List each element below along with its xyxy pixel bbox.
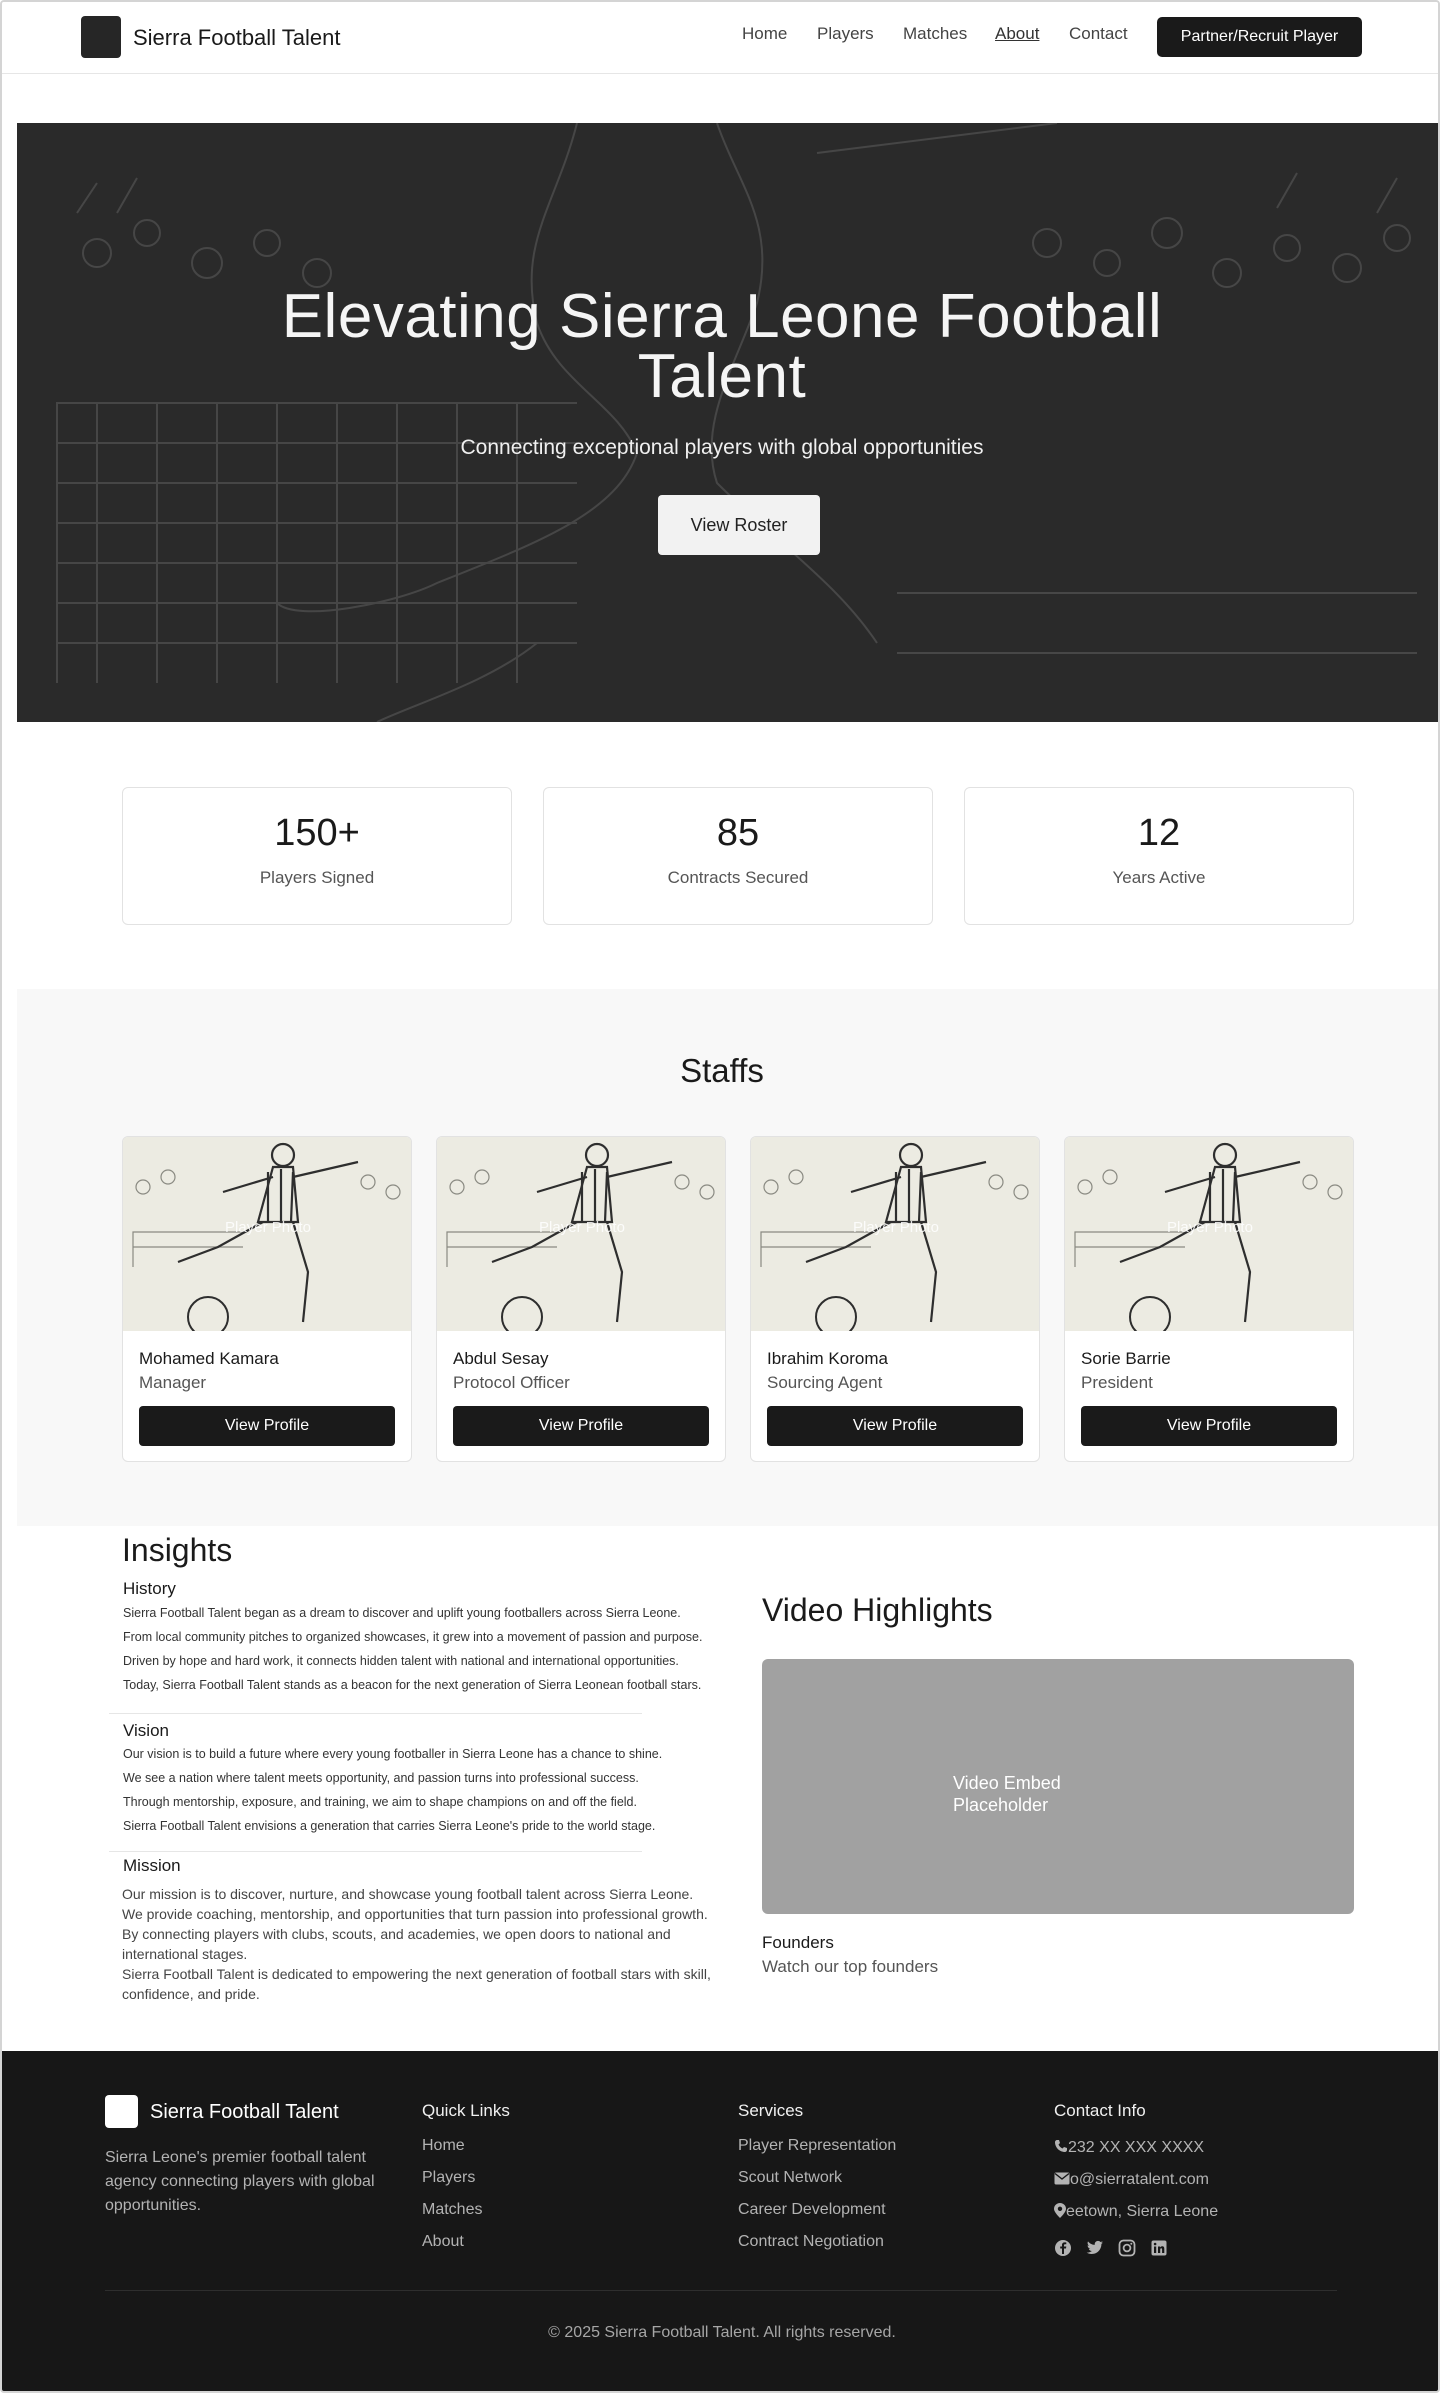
stat-value: 85 <box>716 812 760 854</box>
video-placeholder-label: Video Embed Placeholder <box>953 1773 1061 1815</box>
nav-players[interactable]: Players <box>817 24 874 44</box>
founders-subtitle: Watch our top founders <box>762 1957 939 1976</box>
stat-card: 12 Years Active <box>964 787 1354 925</box>
footer-link-home[interactable]: Home <box>422 2137 465 2155</box>
photo-placeholder-label: Player Photo <box>539 1219 625 1236</box>
history-text: Sierra Football Talent began as a dream … <box>123 1606 703 1692</box>
video-highlights-title: Video Highlights <box>762 1592 993 1628</box>
contact-heading: Contact Info <box>1054 2101 1146 2120</box>
stat-label: Contracts Secured <box>667 868 809 887</box>
footer-brand: Sierra Football Talent <box>150 2101 339 2123</box>
service-career-development[interactable]: Career Development <box>738 2201 886 2219</box>
brand-name[interactable]: Sierra Football Talent <box>133 25 341 51</box>
hero-subtitle: Connecting exceptional players with glob… <box>460 436 984 459</box>
section-divider <box>109 1713 642 1714</box>
player-photo: Player Photo <box>123 1137 411 1338</box>
hero-background-image <box>17 123 1438 722</box>
footer-link-players[interactable]: Players <box>422 2169 475 2187</box>
hero-title: Elevating Sierra Leone Football Talent <box>281 282 1163 411</box>
mission-heading: Mission <box>123 1856 181 1875</box>
photo-placeholder-label: Player Photo <box>225 1219 311 1236</box>
service-contract-negotiation[interactable]: Contract Negotiation <box>738 2233 884 2251</box>
staff-role: Sourcing Agent <box>767 1373 883 1392</box>
stat-label: Players Signed <box>259 868 375 887</box>
nav-matches[interactable]: Matches <box>903 24 967 44</box>
vision-text: Our vision is to build a future where ev… <box>123 1747 663 1833</box>
staff-card: Player Photo Sorie Barrie President View… <box>1064 1136 1354 1462</box>
footer-logo-icon <box>105 2095 138 2128</box>
site-footer: Sierra Football Talent Sierra Leone's pr… <box>2 2051 1438 2391</box>
player-photo: Player Photo <box>1065 1137 1353 1338</box>
staff-card: Player Photo Abdul Sesay Protocol Office… <box>436 1136 726 1462</box>
map-pin-icon <box>1054 2203 1066 2218</box>
staff-card: Player Photo Mohamed Kamara Manager View… <box>122 1136 412 1462</box>
site-header: Sierra Football Talent Home Players Matc… <box>2 2 1438 74</box>
page-frame: Sierra Football Talent Home Players Matc… <box>0 0 1440 2393</box>
staff-name: Sorie Barrie <box>1081 1349 1171 1368</box>
player-photo: Player Photo <box>437 1137 725 1338</box>
staff-title: Staffs <box>680 1052 764 1089</box>
view-profile-button[interactable]: View Profile <box>767 1406 1023 1446</box>
founders-heading: Founders <box>762 1933 834 1952</box>
staff-role: Protocol Officer <box>453 1373 570 1392</box>
section-divider <box>109 1851 642 1852</box>
contact-email: o@sierratalent.com <box>1054 2171 1209 2189</box>
mission-text: Our mission is to discover, nurture, and… <box>122 1886 711 2002</box>
phone-icon <box>1055 2140 1067 2152</box>
nav-contact[interactable]: Contact <box>1069 24 1128 44</box>
footer-divider <box>105 2290 1337 2291</box>
view-roster-button[interactable]: View Roster <box>658 495 820 555</box>
copyright: © 2025 Sierra Football Talent. All right… <box>548 2324 896 2341</box>
service-scout-network[interactable]: Scout Network <box>738 2169 842 2187</box>
staff-role: President <box>1081 1373 1153 1392</box>
photo-placeholder-label: Player Photo <box>853 1219 939 1236</box>
contact-phone: 232 XX XXX XXXX <box>1054 2139 1204 2157</box>
stat-card: 150+ Players Signed <box>122 787 512 925</box>
staff-name: Mohamed Kamara <box>139 1349 279 1368</box>
video-embed[interactable]: Video Embed Placeholder <box>762 1659 1354 1914</box>
view-profile-button[interactable]: View Profile <box>1081 1406 1337 1446</box>
photo-placeholder-label: Player Photo <box>1167 1219 1253 1236</box>
hero-banner: Elevating Sierra Leone Football Talent C… <box>17 123 1438 722</box>
stat-value: 150+ <box>274 812 360 854</box>
services-heading: Services <box>738 2101 804 2120</box>
instagram-icon[interactable] <box>1118 2239 1136 2257</box>
twitter-icon[interactable] <box>1086 2239 1104 2257</box>
nav-home[interactable]: Home <box>742 24 787 44</box>
stat-value: 12 <box>1137 812 1181 854</box>
facebook-icon[interactable] <box>1054 2239 1072 2257</box>
quick-links-heading: Quick Links <box>422 2101 510 2120</box>
staff-name: Abdul Sesay <box>453 1349 549 1368</box>
linkedin-icon[interactable] <box>1150 2239 1168 2257</box>
vision-heading: Vision <box>123 1721 169 1740</box>
nav-about[interactable]: About <box>995 24 1039 44</box>
footer-link-about[interactable]: About <box>422 2233 464 2251</box>
insights-title: Insights <box>122 1532 233 1568</box>
history-heading: History <box>123 1579 176 1598</box>
logo-icon[interactable] <box>81 16 121 58</box>
service-player-representation[interactable]: Player Representation <box>738 2137 896 2155</box>
view-profile-button[interactable]: View Profile <box>453 1406 709 1446</box>
stat-card: 85 Contracts Secured <box>543 787 933 925</box>
staff-card: Player Photo Ibrahim Koroma Sourcing Age… <box>750 1136 1040 1462</box>
footer-description: Sierra Leone's premier football talent a… <box>105 2149 375 2214</box>
partner-recruit-button[interactable]: Partner/Recruit Player <box>1157 17 1362 57</box>
player-photo: Player Photo <box>751 1137 1039 1338</box>
stat-label: Years Active <box>1112 868 1206 887</box>
contact-location: eetown, Sierra Leone <box>1054 2203 1218 2221</box>
staff-role: Manager <box>139 1373 207 1392</box>
view-profile-button[interactable]: View Profile <box>139 1406 395 1446</box>
footer-link-matches[interactable]: Matches <box>422 2201 482 2219</box>
staff-name: Ibrahim Koroma <box>767 1349 888 1368</box>
envelope-icon <box>1054 2172 1070 2185</box>
